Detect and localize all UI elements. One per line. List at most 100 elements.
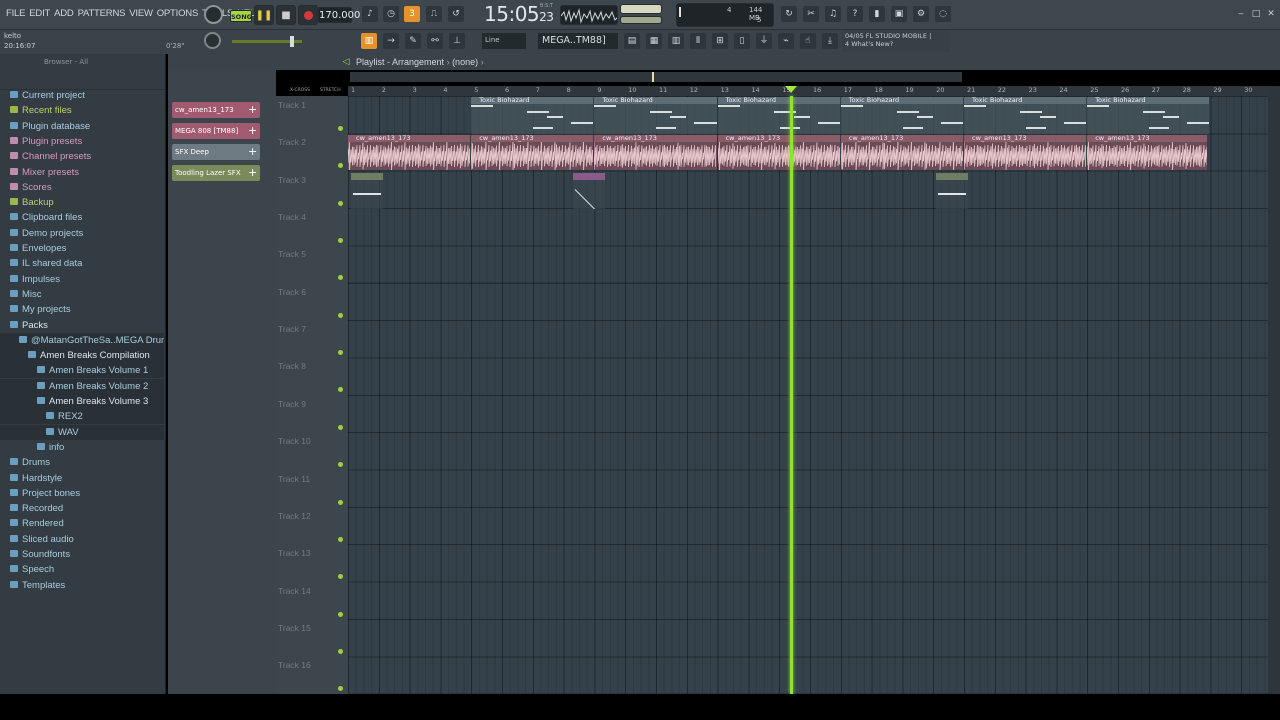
track-name[interactable]: Track 10 (278, 436, 311, 446)
playlist-play-icon[interactable]: ◁ (340, 56, 352, 68)
close-icon[interactable]: ✕ (1266, 9, 1276, 19)
refresh-icon[interactable]: ↻ (781, 6, 797, 22)
browser-item-wav[interactable]: WAV (0, 424, 164, 440)
audio-clip[interactable]: cw_amen13_173 (594, 135, 717, 170)
info-icon[interactable]: ▮ (869, 6, 885, 22)
browser-item-project-bones[interactable]: Project bones (0, 486, 164, 501)
browser-item-clipboard-files[interactable]: Clipboard files (0, 210, 164, 225)
playlist-horizontal-scrollbar[interactable] (350, 72, 962, 82)
wait-record-icon[interactable]: ◷ (383, 6, 399, 22)
save-icon[interactable]: ▣ (891, 6, 907, 22)
browser-item-recent-files[interactable]: Recent files (0, 103, 164, 118)
pattern-clip[interactable]: Toxic Biohazard (717, 97, 840, 134)
browser-item-info[interactable]: info (0, 440, 164, 455)
browser-item-speech[interactable]: Speech (0, 562, 164, 577)
browser-item-il-shared-data[interactable]: IL shared data (0, 256, 164, 271)
chat-icon[interactable]: ◌ (935, 6, 951, 22)
browser-item-templates[interactable]: Templates (0, 578, 164, 593)
pattern-clip[interactable]: Toxic Biohazard (840, 97, 963, 134)
pattern-clip[interactable]: Toxic Biohazard (1087, 97, 1210, 134)
pattern-clip[interactable]: Toxic Biohazard (594, 97, 717, 134)
browser-item-amen-breaks-volume-3[interactable]: Amen Breaks Volume 3 (0, 394, 164, 409)
download-icon[interactable]: ⤓ (822, 33, 838, 49)
plug-icon[interactable]: ⏚ (756, 33, 772, 49)
sfx-clip[interactable] (572, 173, 605, 209)
track-mute-led[interactable] (338, 686, 343, 692)
countdown-icon[interactable]: 3 (404, 6, 420, 22)
track-mute-led[interactable] (338, 238, 343, 244)
track-name[interactable]: Track 3 (278, 175, 306, 185)
tempo-display[interactable]: 170.000 (318, 7, 360, 23)
audio-clip[interactable]: cw_amen13_173 (471, 135, 594, 170)
scroll-thumb[interactable] (652, 72, 654, 82)
menu-item-edit[interactable]: EDIT (27, 8, 52, 19)
browser-item-sliced-audio[interactable]: Sliced audio (0, 532, 164, 547)
track-mute-led[interactable] (338, 648, 343, 654)
piano-roll-icon[interactable]: ▥ (668, 33, 684, 49)
track-mute-led[interactable] (338, 350, 343, 356)
channel-button[interactable]: MEGA 808 [TM88] (172, 123, 260, 139)
track-name[interactable]: Track 13 (278, 548, 311, 558)
track-name[interactable]: Track 16 (278, 660, 311, 670)
maximize-icon[interactable]: □ (1251, 9, 1261, 19)
browser-item-drums[interactable]: Drums (0, 455, 164, 470)
channel-button[interactable]: SFX Deep (172, 144, 260, 160)
snap-select[interactable]: Line (482, 33, 526, 49)
browser-item-soundfonts[interactable]: Soundfonts (0, 547, 164, 562)
browser-item-mixer-presets[interactable]: Mixer presets (0, 165, 164, 180)
track-name[interactable]: Track 11 (278, 474, 310, 484)
plugin-icon[interactable]: ⚙ (913, 6, 929, 22)
playlist-icon[interactable]: ▤ (624, 33, 640, 49)
playlist-grid[interactable]: Toxic Biohazard Toxic Biohazard Toxic Bioh… (348, 96, 1268, 694)
track-mute-led[interactable] (338, 574, 343, 580)
cut-icon[interactable]: ✂ (803, 6, 819, 22)
sfx-clip[interactable] (936, 173, 969, 209)
arrow-icon[interactable]: → (383, 33, 399, 49)
browser-item-matangotthesa-mega-drum-kit[interactable]: @MatanGotTheSa..MEGA Drum Kit (0, 332, 164, 348)
add-channel-icon[interactable]: + (248, 144, 257, 160)
pencil-icon[interactable]: ✎ (405, 33, 421, 49)
browser-view-icon[interactable]: ⊞ (712, 33, 728, 49)
song-mode-button[interactable]: SONG (230, 10, 252, 22)
browser-item-my-projects[interactable]: My projects (0, 302, 164, 317)
track-name[interactable]: Track 2 (278, 137, 306, 147)
mixer-icon[interactable]: ♫ (825, 6, 841, 22)
browser-item-hardstyle[interactable]: Hardstyle (0, 471, 164, 486)
pattern-selector[interactable]: MEGA..TM88] (538, 33, 618, 49)
track-mute-led[interactable] (338, 200, 343, 206)
browser-item-impulses[interactable]: Impulses (0, 272, 164, 287)
menu-item-add[interactable]: ADD (52, 8, 75, 19)
browser-item-plugin-database[interactable]: Plugin database (0, 119, 164, 134)
pattern-clip[interactable]: Toxic Biohazard (964, 97, 1087, 134)
track-mute-led[interactable] (338, 163, 343, 169)
playhead-marker[interactable] (785, 86, 797, 93)
record-button[interactable] (298, 5, 318, 25)
play-button[interactable]: ❚❚ (254, 5, 274, 25)
timeline-ruler[interactable]: 1 2 3 4 5 6 7 8 9 10 11 12 13 14 15 16 17 18 19 20 21 22 23 24 2… (348, 86, 1268, 96)
audio-clip[interactable]: cw_amen13_173 (717, 135, 840, 170)
browser-item-envelopes[interactable]: Envelopes (0, 241, 164, 256)
link-icon[interactable]: ⚯ (427, 33, 443, 49)
metronome-icon[interactable]: ♪ (362, 6, 378, 22)
loop-record-icon[interactable]: ↺ (448, 6, 464, 22)
browser-item-amen-breaks-volume-2[interactable]: Amen Breaks Volume 2 (0, 378, 164, 394)
track-name[interactable]: Track 7 (278, 324, 306, 334)
track-name[interactable]: Track 9 (278, 399, 306, 409)
track-name[interactable]: Track 1 (278, 100, 306, 110)
audio-clip[interactable]: cw_amen13_173 (1087, 135, 1208, 170)
audio-clip[interactable]: cw_amen13_173 (348, 135, 471, 170)
track-mute-led[interactable] (338, 275, 343, 281)
master-volume-slider[interactable] (232, 36, 302, 47)
browser-item-recorded[interactable]: Recorded (0, 501, 164, 516)
browser-item-amen-breaks-volume-1[interactable]: Amen Breaks Volume 1 (0, 363, 164, 379)
browser-item-channel-presets[interactable]: Channel presets (0, 149, 164, 164)
track-mute-led[interactable] (338, 499, 343, 505)
menu-item-view[interactable]: VIEW (127, 8, 154, 19)
master-pitch-knob[interactable] (204, 32, 221, 49)
playlist-pattern[interactable]: (none) (452, 57, 478, 67)
step-edit-icon[interactable]: ⎍ (426, 6, 442, 22)
pattern-clip[interactable]: Toxic Biohazard (471, 97, 594, 134)
track-name[interactable]: Track 4 (278, 212, 306, 222)
track-name[interactable]: Track 12 (278, 511, 311, 521)
track-mute-led[interactable] (338, 536, 343, 542)
